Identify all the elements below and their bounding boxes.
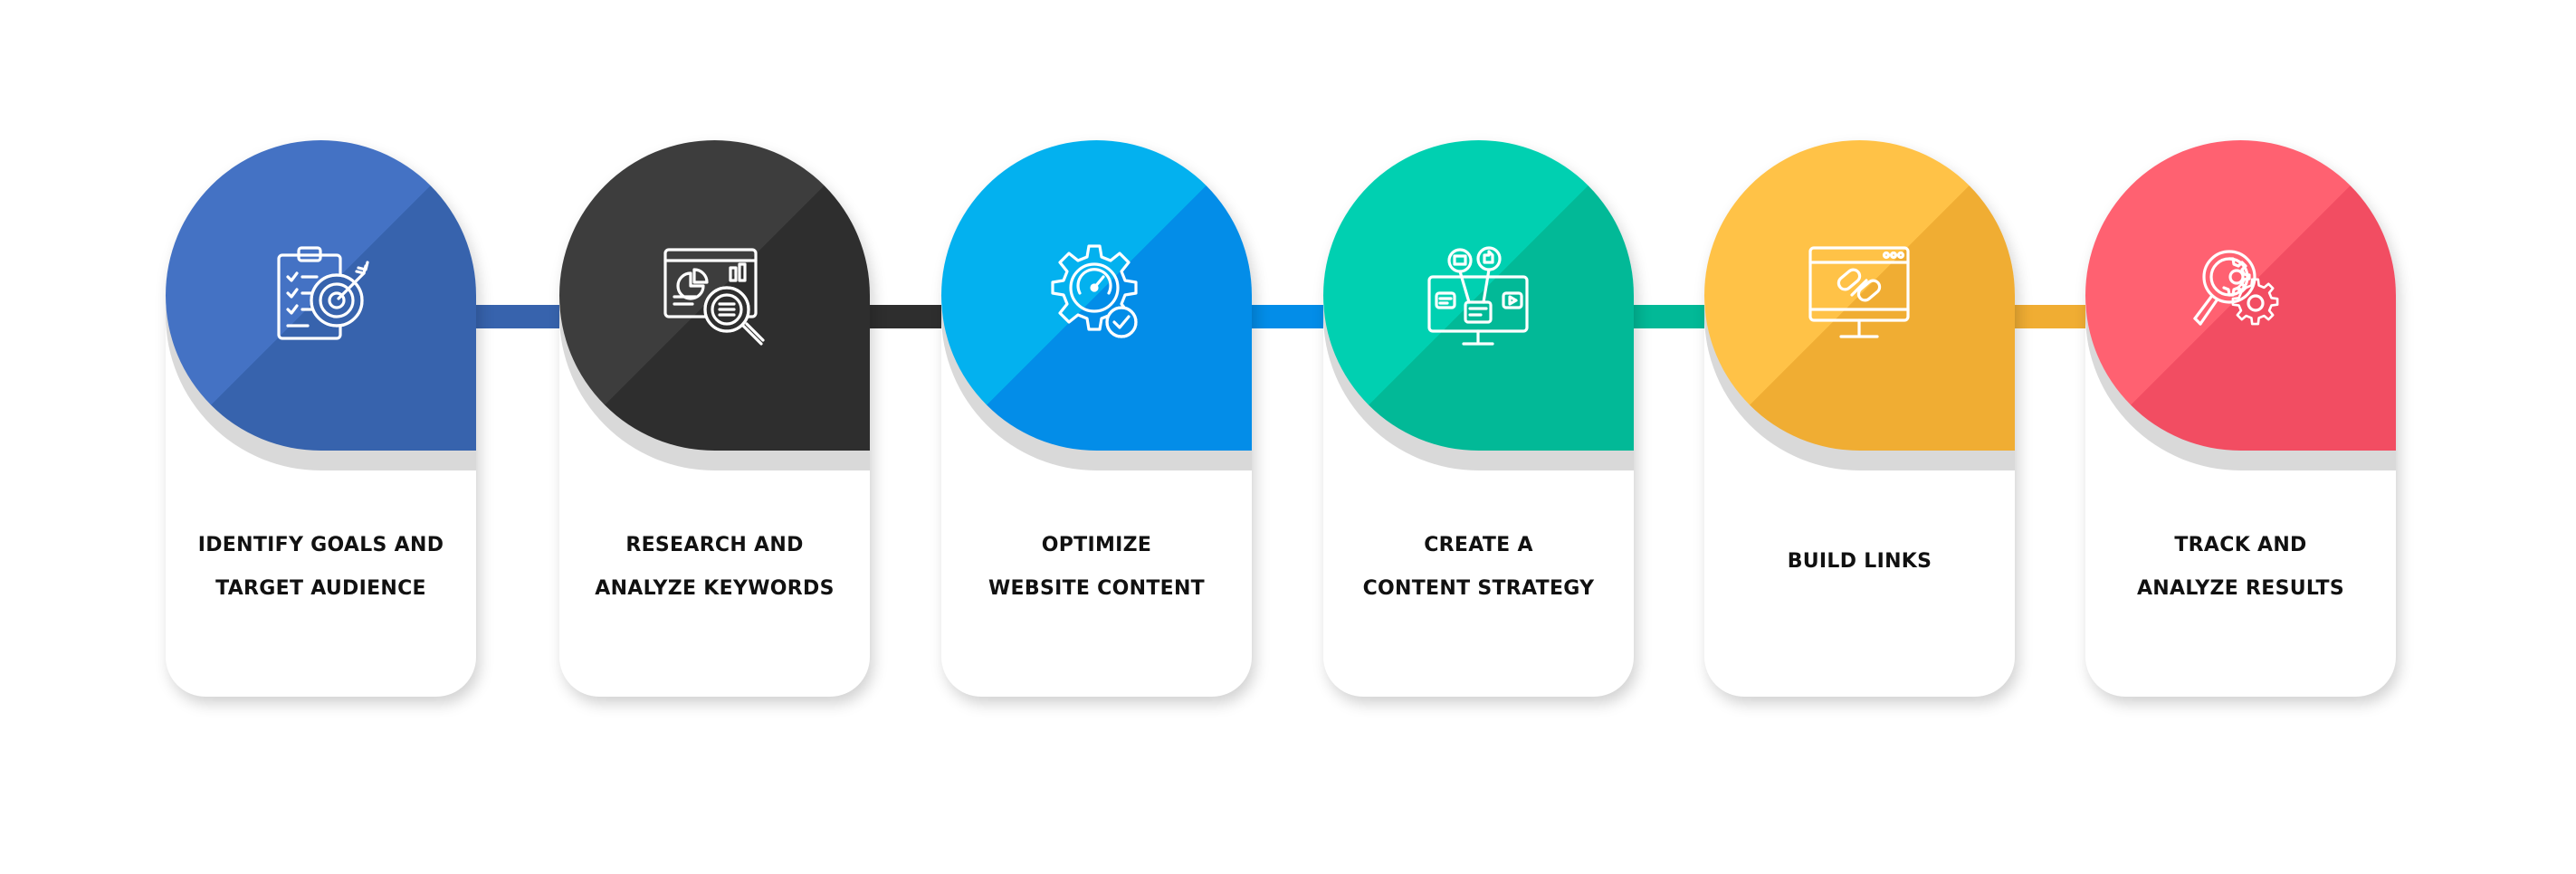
step-head — [1704, 140, 2015, 451]
analytics-magnifier-gears-icon — [2193, 250, 2279, 326]
optimization-gear-gauge-icon — [1051, 244, 1138, 338]
step-6: TRACK AND ANALYZE RESULTS — [2085, 140, 2396, 697]
step-label-line: CREATE A — [1424, 534, 1533, 556]
step-label-line: RESEARCH AND — [625, 534, 804, 556]
step-label: RESEARCH AND ANALYZE KEYWORDS — [559, 524, 870, 611]
keyword-research-magnifier-icon — [663, 248, 765, 346]
step-head — [2085, 140, 2396, 451]
step-head — [166, 140, 476, 451]
step-label: TRACK AND ANALYZE RESULTS — [2085, 524, 2396, 611]
step-label-line: CONTENT STRATEGY — [1362, 577, 1595, 600]
step-5: BUILD LINKS — [1704, 140, 2015, 697]
step-1: IDENTIFY GOALS AND TARGET AUDIENCE — [166, 140, 476, 697]
step-label-line: TARGET AUDIENCE — [215, 577, 426, 600]
step-label: IDENTIFY GOALS AND TARGET AUDIENCE — [166, 524, 476, 611]
link-building-monitor-icon — [1808, 246, 1910, 338]
step-label-line: BUILD LINKS — [1787, 550, 1932, 573]
goal-clipboard-target-icon — [277, 246, 369, 340]
step-label-line: TRACK AND — [2174, 534, 2307, 556]
step-label: CREATE A CONTENT STRATEGY — [1323, 524, 1634, 611]
step-label: OPTIMIZE WEBSITE CONTENT — [941, 524, 1252, 611]
content-strategy-monitor-icon — [1427, 246, 1529, 346]
step-label: BUILD LINKS — [1704, 540, 2015, 584]
step-label-line: WEBSITE CONTENT — [987, 577, 1205, 600]
step-3: OPTIMIZE WEBSITE CONTENT — [941, 140, 1252, 697]
step-head — [941, 140, 1252, 451]
step-head — [559, 140, 870, 451]
step-4: CREATE A CONTENT STRATEGY — [1323, 140, 1634, 697]
seo-process-diagram: IDENTIFY GOALS AND TARGET AUDIENCE RESEAR… — [0, 0, 2576, 874]
step-head — [1323, 140, 1634, 451]
step-label-line: ANALYZE KEYWORDS — [595, 577, 835, 600]
step-label-line: IDENTIFY GOALS AND — [197, 534, 444, 556]
step-2: RESEARCH AND ANALYZE KEYWORDS — [559, 140, 870, 697]
step-label-line: ANALYZE RESULTS — [2136, 577, 2345, 600]
step-label-line: OPTIMIZE — [1041, 534, 1152, 556]
